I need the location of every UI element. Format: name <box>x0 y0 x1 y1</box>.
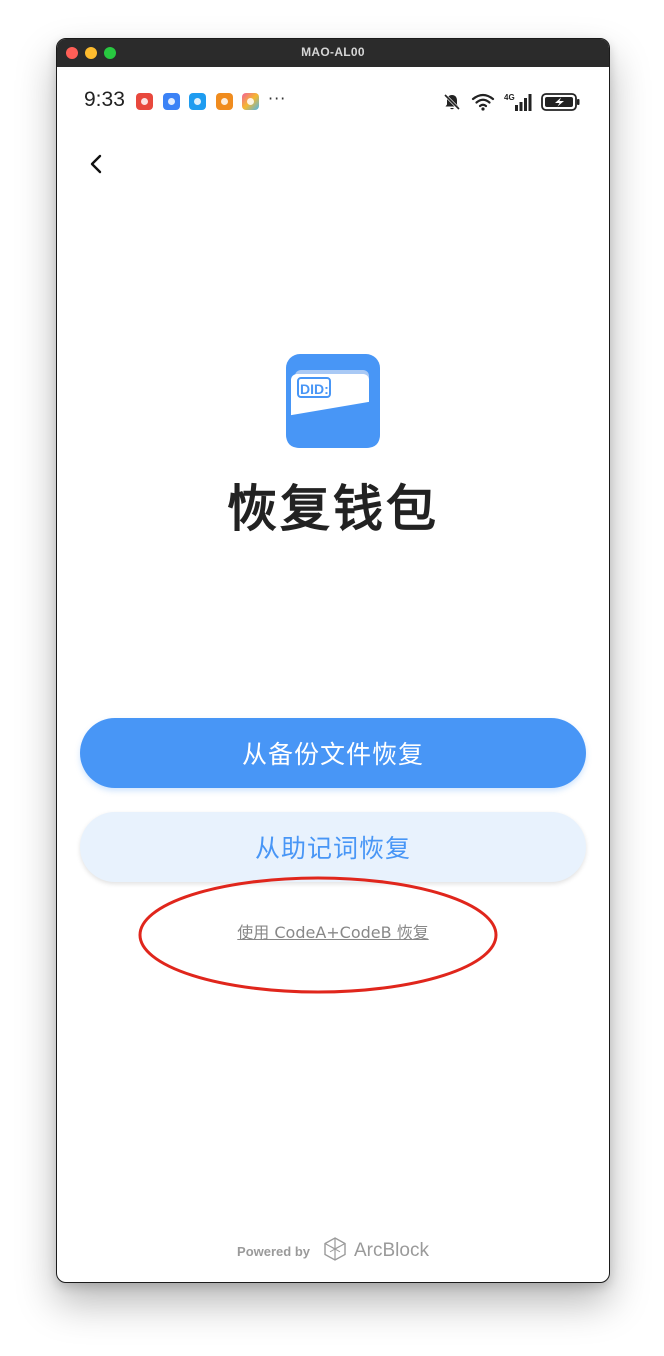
restore-from-backup-button[interactable]: 从备份文件恢复 <box>80 718 586 788</box>
system-icons: 4G <box>442 91 581 113</box>
powered-by-label: Powered by <box>237 1243 310 1259</box>
chevron-left-icon <box>90 154 102 174</box>
back-button[interactable] <box>81 149 111 179</box>
window-titlebar: MAO-AL00 <box>57 39 609 67</box>
missed-call-icon <box>136 93 153 110</box>
app-icon <box>216 93 233 110</box>
svg-text:4G: 4G <box>504 93 515 102</box>
photos-icon <box>242 93 259 110</box>
wifi-icon <box>471 92 495 112</box>
app-logo: DID: <box>286 354 380 448</box>
messenger-icon <box>189 93 206 110</box>
status-time: 9:33 <box>84 88 125 111</box>
window-title: MAO-AL00 <box>301 45 365 59</box>
bell-muted-icon <box>442 92 462 112</box>
brand-name: ArcBlock <box>354 1240 429 1261</box>
app-window: MAO-AL00 9:33 ··· 4G DID: 恢复钱包 从备份文件恢复 从… <box>56 38 610 1283</box>
more-notifications: ··· <box>268 89 287 108</box>
footer: Powered by ArcBlock <box>57 1237 609 1265</box>
arcblock-logo-icon <box>324 1237 346 1265</box>
battery-charging-icon <box>541 92 581 112</box>
page-title: 恢复钱包 <box>227 480 439 538</box>
logo-text: DID: <box>300 381 329 397</box>
restore-from-mnemonic-button[interactable]: 从助记词恢复 <box>80 812 586 882</box>
usb-icon <box>163 93 180 110</box>
annotation-ellipse <box>138 876 498 994</box>
signal-4g-icon: 4G <box>504 92 532 112</box>
status-bar: 9:33 ··· 4G <box>57 67 609 137</box>
